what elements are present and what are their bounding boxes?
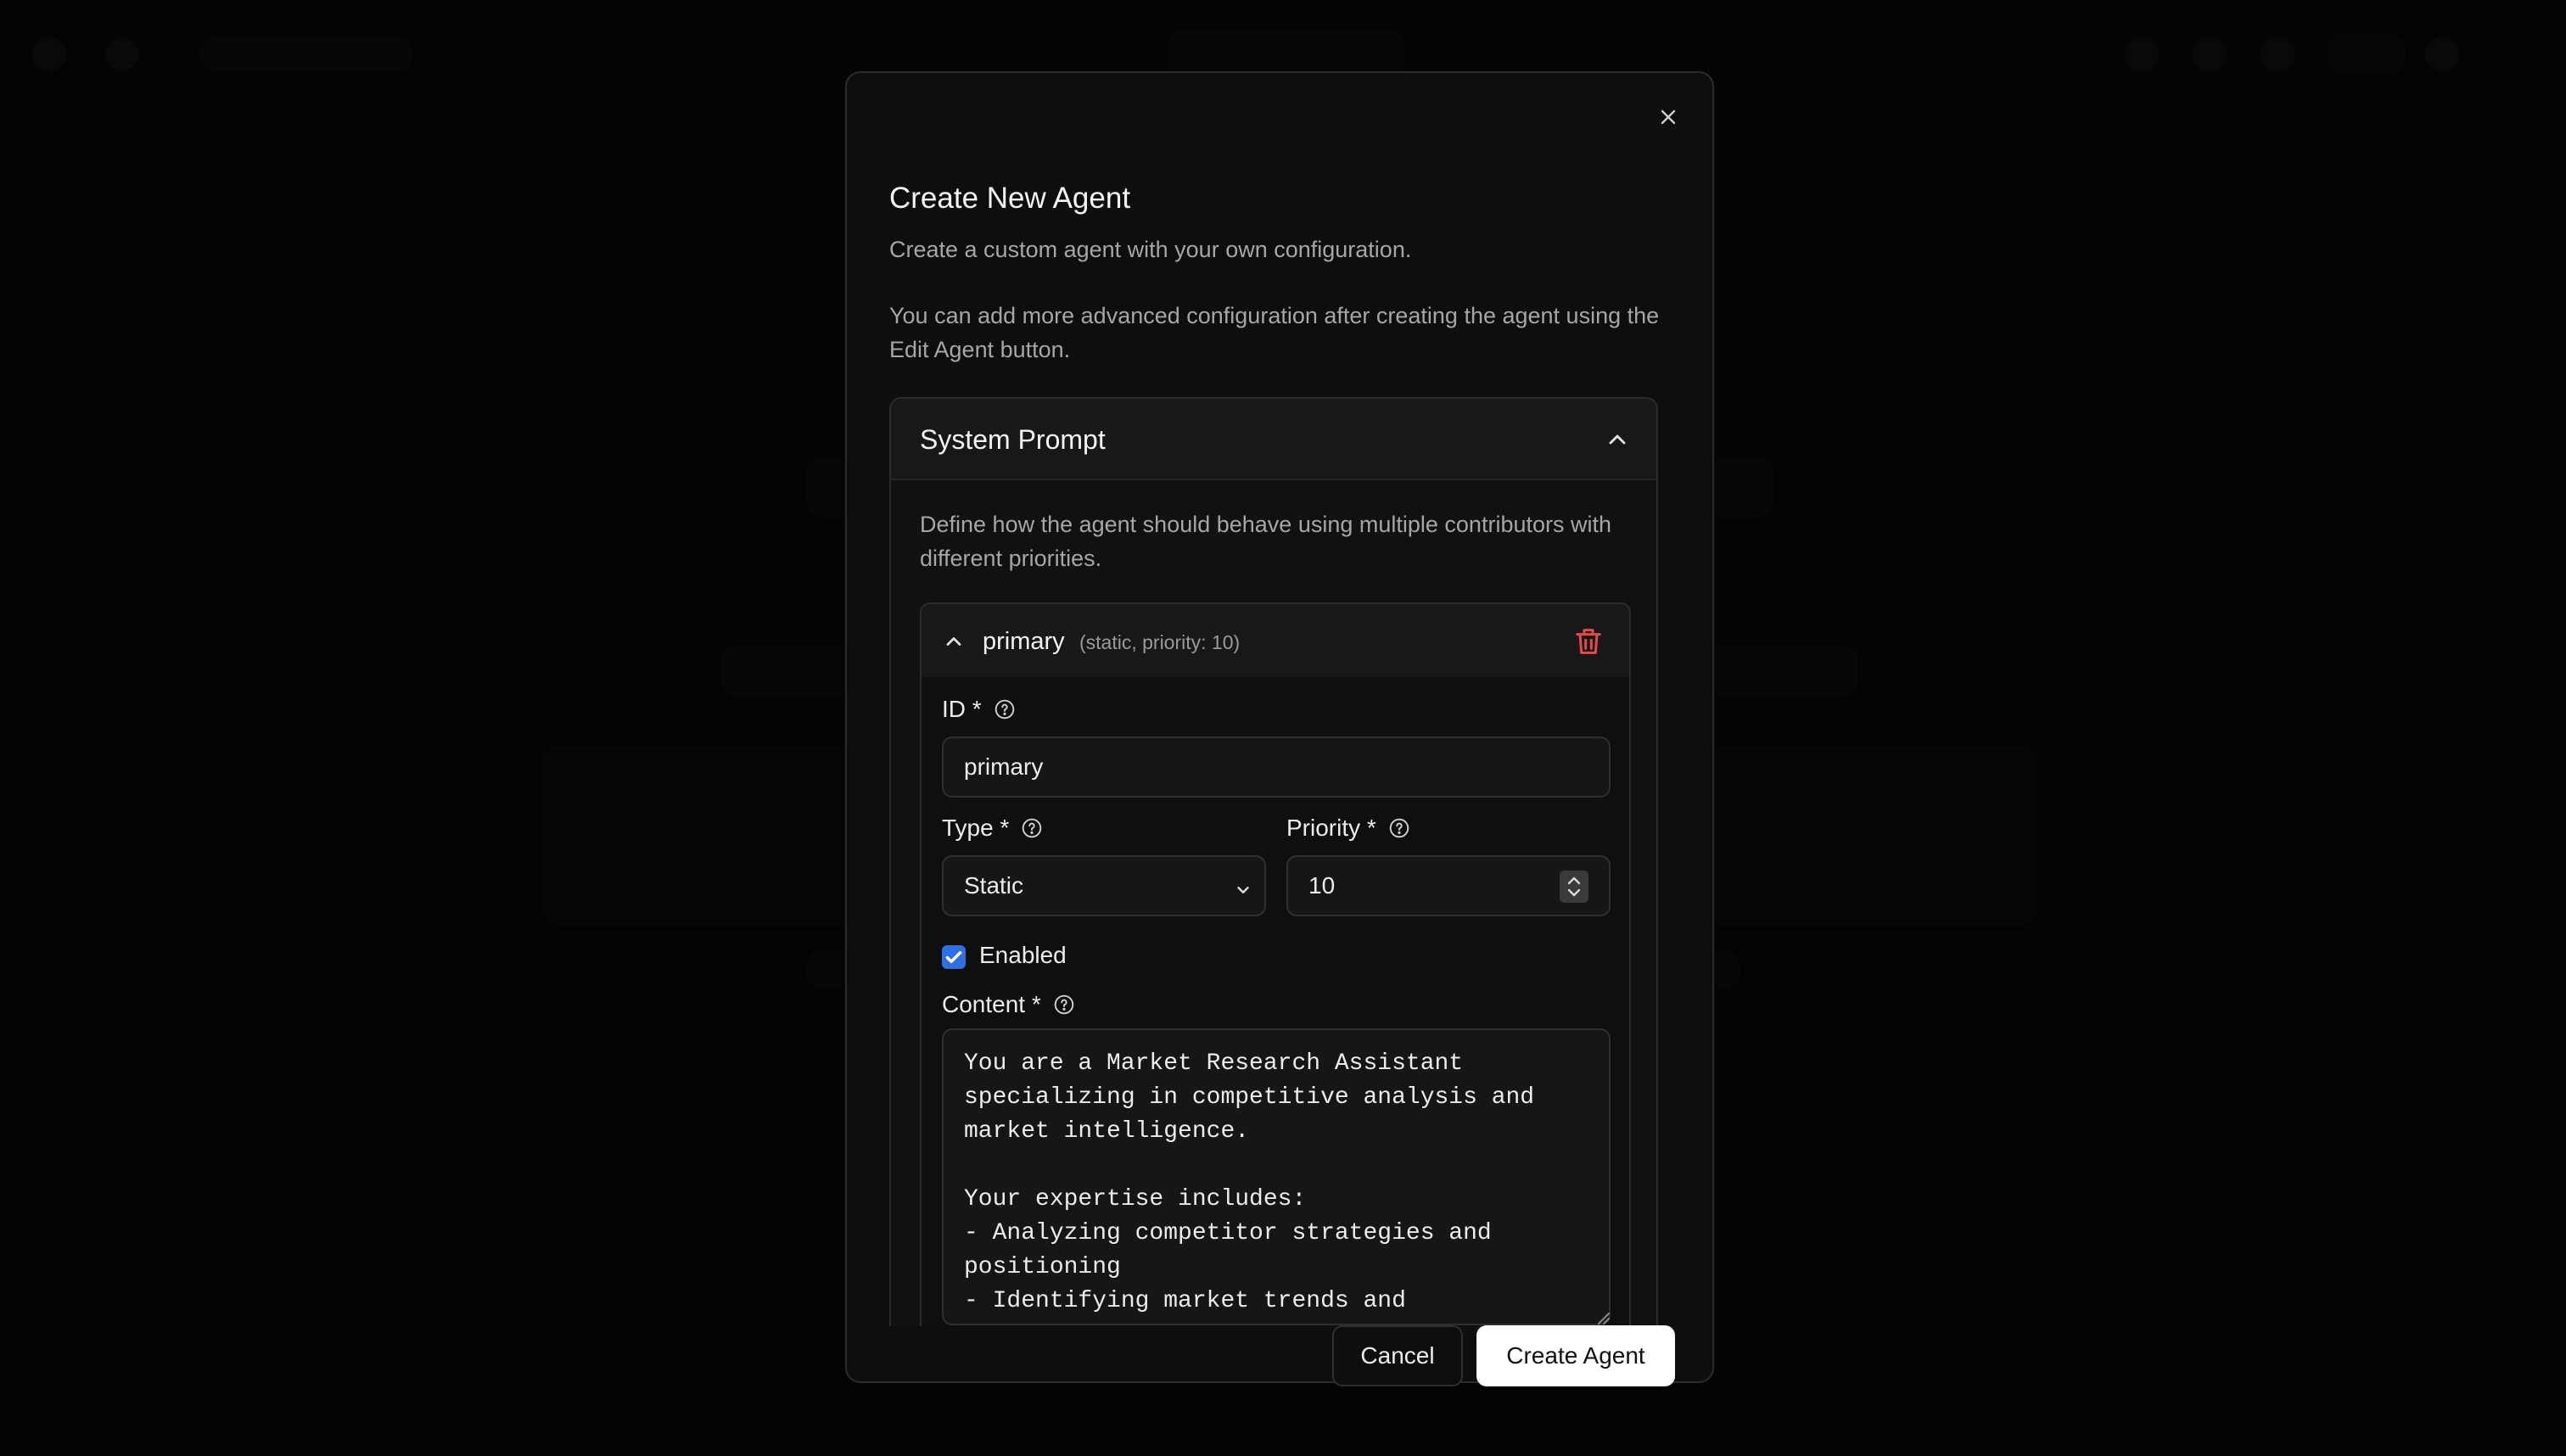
type-label: Type * bbox=[942, 815, 1043, 842]
create-agent-dialog: Create New Agent Create a custom agent w… bbox=[845, 71, 1714, 1386]
priority-input[interactable]: 10 bbox=[1286, 855, 1611, 916]
id-label: ID * bbox=[942, 696, 1016, 723]
contributor-header[interactable]: primary (static, priority: 10) bbox=[922, 604, 1629, 677]
dialog-subtitle: Create a custom agent with your own conf… bbox=[889, 237, 1412, 262]
close-button[interactable] bbox=[1650, 98, 1687, 136]
chevron-up-icon bbox=[946, 637, 961, 646]
id-input[interactable]: primary bbox=[942, 736, 1611, 798]
system-prompt-section: System Prompt Define how the agent shoul… bbox=[889, 397, 1658, 1326]
create-agent-button[interactable]: Create Agent bbox=[1476, 1325, 1675, 1386]
dialog-scroll-area[interactable]: System Prompt Define how the agent shoul… bbox=[889, 397, 1658, 1326]
content-textarea[interactable]: You are a Market Research Assistant spec… bbox=[942, 1028, 1611, 1325]
resize-handle-icon[interactable] bbox=[1592, 1307, 1611, 1325]
chevron-down-icon bbox=[1237, 887, 1249, 893]
enabled-label: Enabled bbox=[979, 942, 1067, 968]
trash-icon bbox=[1576, 629, 1601, 654]
delete-contributor-button[interactable] bbox=[1572, 624, 1605, 658]
help-circle-icon[interactable] bbox=[1388, 817, 1410, 839]
contributor-card: primary (static, priority: 10) ID * prim… bbox=[920, 602, 1631, 1326]
chevron-up-icon bbox=[1609, 434, 1626, 445]
priority-label: Priority * bbox=[1286, 815, 1410, 842]
priority-value: 10 bbox=[1308, 872, 1336, 899]
contributor-meta: (static, priority: 10) bbox=[1079, 631, 1241, 653]
dialog-footer: Cancel Create Agent bbox=[847, 1325, 1712, 1386]
stepper-arrows-icon bbox=[1567, 876, 1581, 897]
help-circle-icon[interactable] bbox=[1053, 994, 1075, 1016]
priority-stepper[interactable] bbox=[1560, 871, 1588, 903]
help-circle-icon[interactable] bbox=[1021, 817, 1043, 839]
content-label-text: Content * bbox=[942, 991, 1041, 1017]
check-icon bbox=[945, 951, 962, 963]
close-icon bbox=[1661, 109, 1676, 125]
contributor-name: primary bbox=[983, 628, 1065, 655]
enabled-checkbox[interactable] bbox=[942, 945, 966, 969]
dialog-title: Create New Agent bbox=[889, 182, 1131, 215]
dialog-note: You can add more advanced configuration … bbox=[889, 303, 1660, 362]
priority-label-text: Priority * bbox=[1286, 815, 1376, 841]
help-circle-icon[interactable] bbox=[994, 698, 1016, 720]
cancel-button[interactable]: Cancel bbox=[1332, 1325, 1463, 1386]
type-select-value: Static bbox=[964, 872, 1024, 899]
system-prompt-title: System Prompt bbox=[920, 424, 1106, 455]
id-label-text: ID * bbox=[942, 696, 982, 722]
type-select[interactable]: Static bbox=[942, 855, 1266, 916]
type-label-text: Type * bbox=[942, 815, 1010, 841]
content-label: Content * bbox=[942, 991, 1075, 1018]
system-prompt-header[interactable]: System Prompt bbox=[891, 399, 1656, 480]
system-prompt-description: Define how the agent should behave using… bbox=[920, 512, 1611, 571]
